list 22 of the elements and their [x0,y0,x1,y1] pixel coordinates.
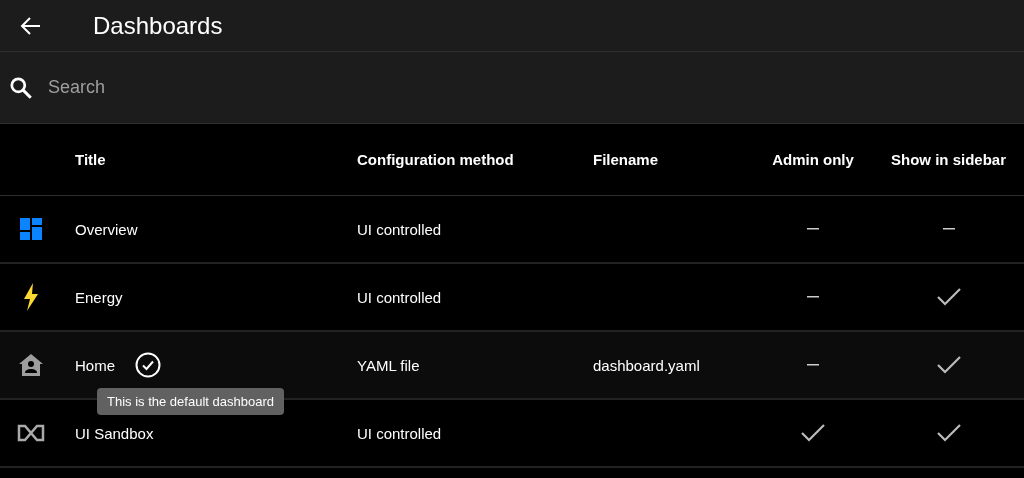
dashboard-icon [18,217,43,241]
column-header[interactable]: Title [75,151,357,168]
title-cell: Home [75,356,115,374]
title-cell: Energy [75,288,123,306]
method-cell-text: UI controlled [357,424,443,442]
title-cell: Overview [75,220,138,238]
page-title: Dashboards [93,11,223,40]
search-icon [8,74,34,101]
method-cell-text: UI controlled [357,220,443,238]
column-header[interactable]: Show in sidebar [891,151,1006,168]
filename-cell-text: dashboard.yaml [593,356,701,374]
title-cell: UI Sandbox [75,424,154,442]
column-header[interactable]: Configuration method [357,151,593,168]
lightning-bolt-icon [22,283,39,311]
method-cell-text: UI controlled [357,288,443,306]
house-person-icon [18,354,43,376]
tooltip: This is the default dashboard [97,388,284,415]
column-header[interactable]: Filename [593,151,753,168]
method-cell-text: YAML file [357,356,421,374]
column-header[interactable]: Admin only [772,151,854,168]
bowtie-icon [16,424,45,442]
search-field[interactable]: Search [46,76,450,99]
